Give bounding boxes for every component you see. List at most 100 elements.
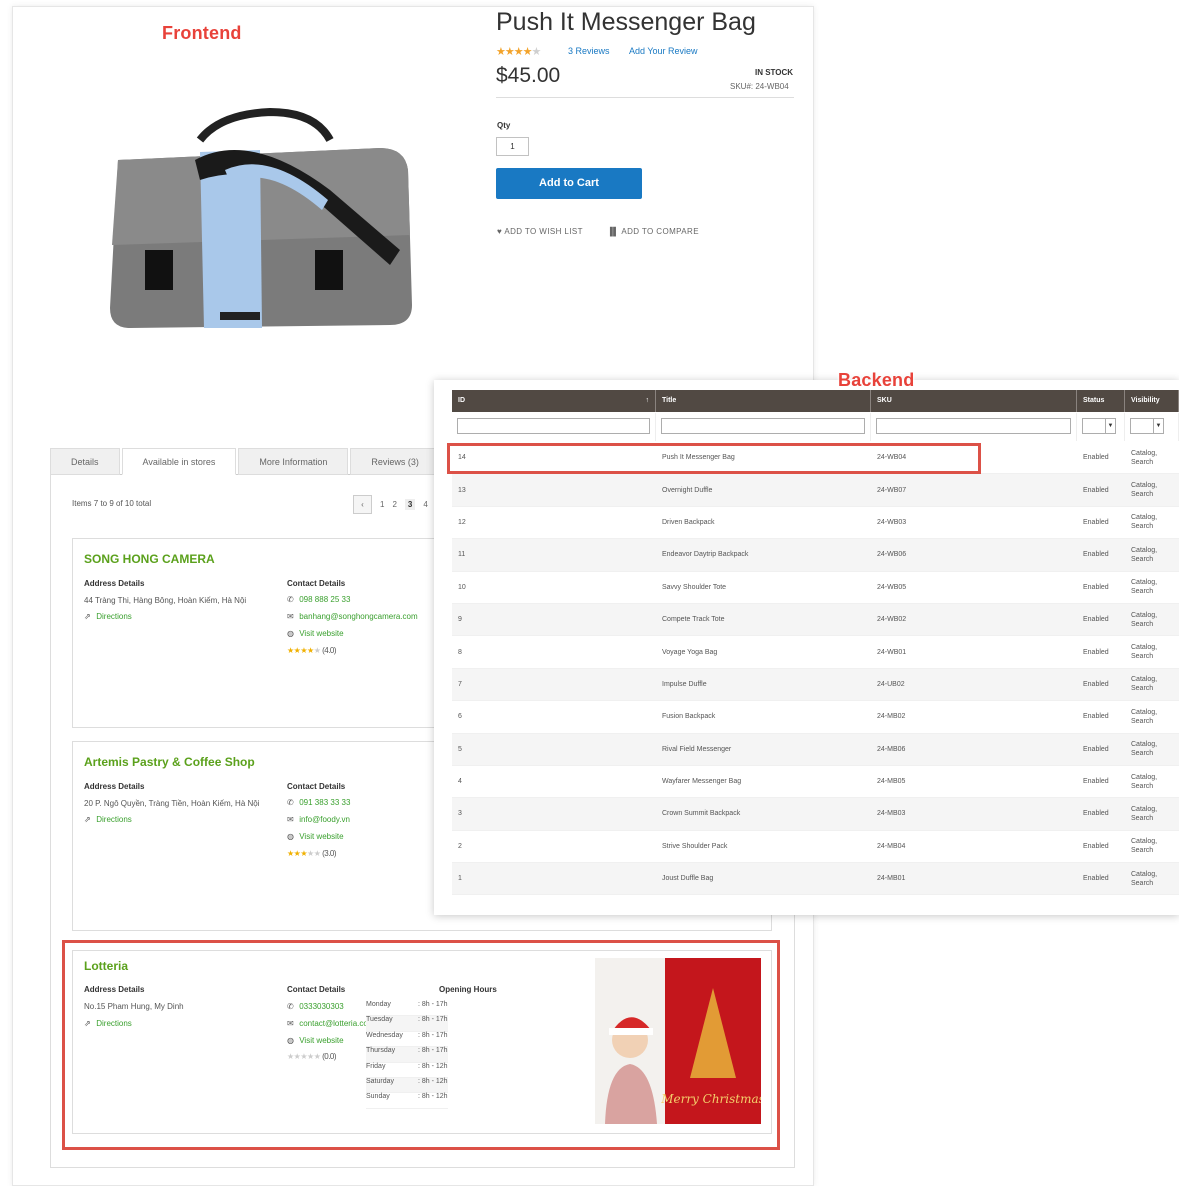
cell-sku: 24-MB01 bbox=[877, 875, 906, 883]
qty-input[interactable]: 1 bbox=[496, 137, 529, 156]
table-row[interactable]: 8 Voyage Yoga Bag 24-WB01 Enabled Catalog, Se… bbox=[452, 636, 1179, 669]
directions-label: Directions bbox=[96, 815, 132, 824]
directions-label: Directions bbox=[96, 612, 132, 621]
cell-status: Enabled bbox=[1083, 745, 1109, 753]
filter-id-input[interactable] bbox=[457, 418, 650, 434]
cell-visibility: Catalog, Search bbox=[1131, 805, 1158, 822]
product-title: Push It Messenger Bag bbox=[496, 8, 756, 36]
website-link[interactable]: ◍ Visit website bbox=[287, 629, 344, 638]
tab-details[interactable]: Details bbox=[50, 448, 120, 475]
rating-value: (4.0) bbox=[322, 646, 337, 655]
cell-sku: 24-MB03 bbox=[877, 810, 906, 818]
phone-icon: ✆ bbox=[287, 595, 294, 604]
filter-sku-input[interactable] bbox=[876, 418, 1071, 434]
highlight-frame-row bbox=[447, 443, 981, 474]
tab-available-in-stores[interactable]: Available in stores bbox=[121, 448, 237, 475]
table-row[interactable]: 6 Fusion Backpack 24-MB02 Enabled Catalog, Se… bbox=[452, 701, 1179, 734]
table-row[interactable]: 11 Endeavor Daytrip Backpack 24-WB06 Enable… bbox=[452, 539, 1179, 572]
email-link[interactable]: ✉ banhang@songhongcamera.com bbox=[287, 612, 418, 621]
table-row[interactable]: 4 Wayfarer Messenger Bag 24-MB05 Enabled Cat… bbox=[452, 766, 1179, 799]
page-1[interactable]: 1 bbox=[380, 500, 384, 509]
directions-link[interactable]: ⇗ Directions bbox=[84, 612, 132, 621]
tab-more-information[interactable]: More Information bbox=[238, 448, 349, 475]
cell-status: Enabled bbox=[1083, 518, 1109, 526]
cell-sku: 24-WB02 bbox=[877, 616, 907, 624]
cell-title: Rival Field Messenger bbox=[662, 745, 732, 753]
page-3-current[interactable]: 3 bbox=[404, 499, 416, 510]
page-2[interactable]: 2 bbox=[392, 500, 396, 509]
grid-header: ID ↑ Title SKU Status Visibility bbox=[452, 390, 1179, 412]
cell-status: Enabled bbox=[1083, 648, 1109, 656]
filter-status-select[interactable]: ▼ bbox=[1082, 418, 1116, 434]
email-address: info@foody.vn bbox=[299, 815, 350, 824]
cell-visibility: Catalog, Search bbox=[1131, 741, 1158, 758]
add-to-cart-button[interactable]: Add to Cart bbox=[496, 168, 642, 199]
table-row[interactable]: 13 Overnight Duffle 24-WB07 Enabled Catalog,… bbox=[452, 474, 1179, 507]
address-label: Address Details bbox=[84, 782, 145, 791]
cell-visibility: Catalog, Search bbox=[1131, 870, 1158, 887]
heart-icon: ♥ bbox=[497, 227, 503, 236]
page-4[interactable]: 4 bbox=[423, 500, 427, 509]
cell-status: Enabled bbox=[1083, 583, 1109, 591]
column-header-status[interactable]: Status bbox=[1077, 390, 1125, 412]
directions-link[interactable]: ⇗ Directions bbox=[84, 815, 132, 824]
table-row[interactable]: 5 Rival Field Messenger 24-MB06 Enabled Cata… bbox=[452, 733, 1179, 766]
phone-link[interactable]: ✆ 098 888 25 33 bbox=[287, 595, 350, 604]
globe-icon: ◍ bbox=[287, 832, 294, 841]
store-name: SONG HONG CAMERA bbox=[84, 552, 215, 566]
table-row[interactable]: 7 Impulse Duffle 24-UB02 Enabled Catalog, Sea… bbox=[452, 668, 1179, 702]
chevron-down-icon: ▼ bbox=[1153, 419, 1163, 433]
grid-rows: 14 Push It Messenger Bag 24-WB04 Enabled Cat… bbox=[452, 442, 1179, 896]
cell-id: 10 bbox=[458, 583, 466, 591]
reviews-link[interactable]: 3 Reviews bbox=[568, 46, 610, 56]
grid-filters: ▼ ▼ bbox=[452, 413, 1179, 441]
website-label: Visit website bbox=[299, 629, 344, 638]
table-row[interactable]: 2 Strive Shoulder Pack 24-MB04 Enabled Catal… bbox=[452, 831, 1179, 864]
filter-title-input[interactable] bbox=[661, 418, 865, 434]
tab-reviews[interactable]: Reviews (3) bbox=[350, 448, 440, 475]
table-row[interactable]: 3 Crown Summit Backpack 24-MB03 Enabled Cata… bbox=[452, 798, 1179, 831]
add-review-link[interactable]: Add Your Review bbox=[629, 46, 698, 56]
chevron-down-icon: ▼ bbox=[1105, 419, 1115, 433]
cell-id: 1 bbox=[458, 875, 462, 883]
product-price: $45.00 bbox=[496, 64, 561, 87]
pager-prev-button[interactable]: ‹ bbox=[353, 495, 372, 514]
add-to-wishlist-link[interactable]: ♥ ADD TO WISH LIST bbox=[497, 227, 583, 236]
table-row[interactable]: 12 Driven Backpack 24-WB03 Enabled Catalog, S… bbox=[452, 507, 1179, 540]
cell-sku: 24-MB04 bbox=[877, 842, 906, 850]
cell-id: 6 bbox=[458, 713, 462, 721]
cell-visibility: Catalog, Search bbox=[1131, 546, 1158, 563]
table-row[interactable]: 10 Savvy Shoulder Tote 24-WB05 Enabled Catal… bbox=[452, 572, 1179, 604]
table-row[interactable]: 9 Compete Track Tote 24-WB02 Enabled Catalog… bbox=[452, 603, 1179, 637]
filter-visibility-select[interactable]: ▼ bbox=[1130, 418, 1164, 434]
column-header-id[interactable]: ID ↑ bbox=[452, 390, 656, 412]
cell-title: Savvy Shoulder Tote bbox=[662, 583, 727, 591]
cell-title: Impulse Duffle bbox=[662, 680, 707, 688]
cell-status: Enabled bbox=[1083, 875, 1109, 883]
highlight-frame-store bbox=[62, 940, 780, 1150]
store-name: Artemis Pastry & Coffee Shop bbox=[84, 755, 255, 769]
directions-icon: ⇗ bbox=[84, 815, 91, 824]
store-address: 44 Tràng Thi, Hàng Bông, Hoàn Kiếm, Hà N… bbox=[84, 596, 247, 605]
email-link[interactable]: ✉ info@foody.vn bbox=[287, 815, 350, 824]
product-sku: SKU#: 24-WB04 bbox=[730, 82, 789, 91]
email-icon: ✉ bbox=[287, 815, 294, 824]
cell-id: 13 bbox=[458, 486, 466, 494]
store-rating: ★★★★★ (4.0) bbox=[287, 646, 337, 655]
add-to-compare-link[interactable]: ▐▌ ADD TO COMPARE bbox=[607, 227, 699, 236]
column-header-title[interactable]: Title bbox=[656, 390, 871, 412]
store-rating: ★★★★★ (3.0) bbox=[287, 849, 337, 858]
cell-status: Enabled bbox=[1083, 454, 1109, 462]
cell-sku: 24-WB03 bbox=[877, 518, 907, 526]
cell-sku: 24-WB07 bbox=[877, 486, 907, 494]
column-header-visibility[interactable]: Visibility bbox=[1125, 390, 1179, 412]
table-row[interactable]: 1 Joust Duffle Bag 24-MB01 Enabled Catalog, S… bbox=[452, 863, 1179, 896]
website-link[interactable]: ◍ Visit website bbox=[287, 832, 344, 841]
cell-title: Joust Duffle Bag bbox=[662, 875, 714, 883]
address-label: Address Details bbox=[84, 579, 145, 588]
column-header-sku[interactable]: SKU bbox=[871, 390, 1077, 412]
cell-visibility: Catalog, Search bbox=[1131, 611, 1158, 628]
phone-icon: ✆ bbox=[287, 798, 294, 807]
cell-id: 12 bbox=[458, 518, 466, 526]
phone-link[interactable]: ✆ 091 383 33 33 bbox=[287, 798, 350, 807]
